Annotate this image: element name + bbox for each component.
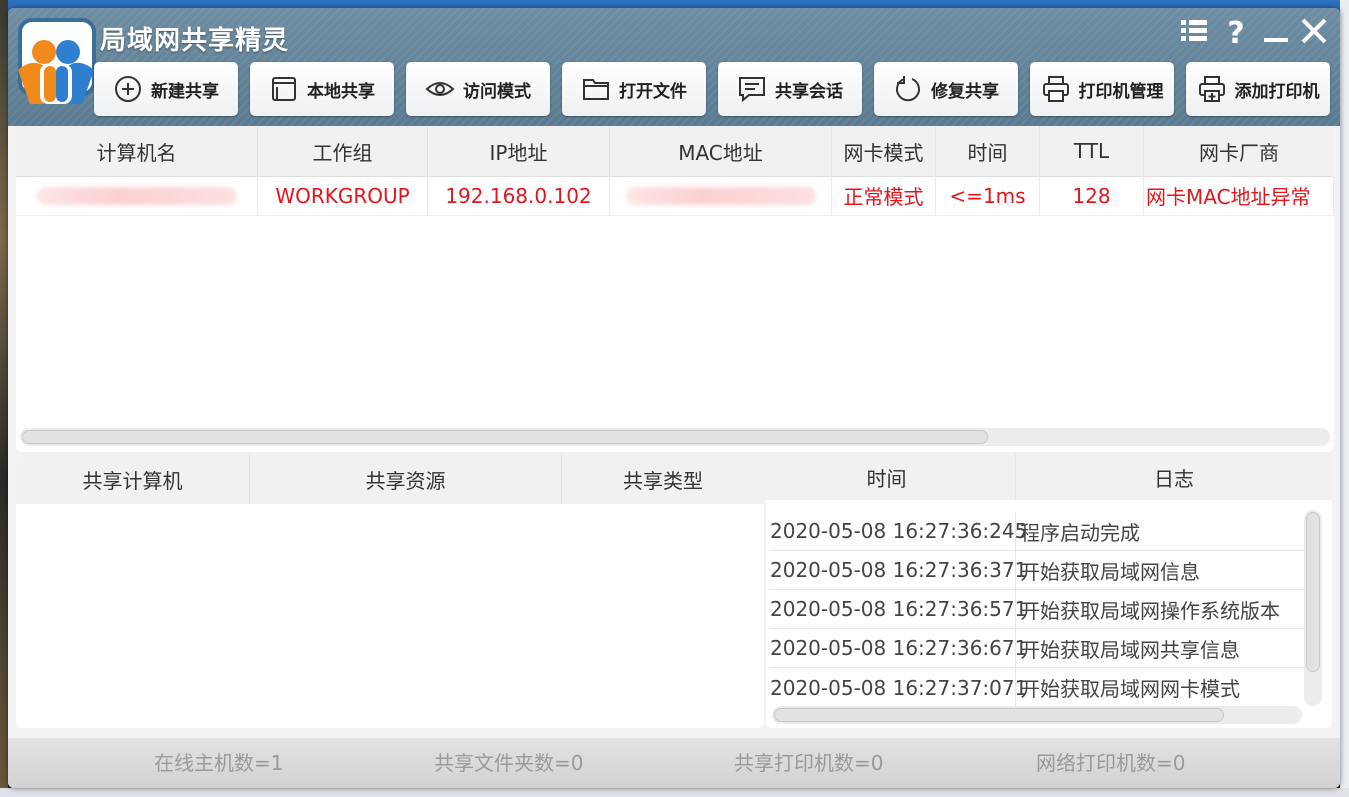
shared-folders-count: 共享文件夹数=0 xyxy=(434,751,584,775)
log-table-header: 时间 日志 xyxy=(758,454,1332,500)
computer-list: 计算机名 工作组 IP地址 MAC地址 网卡模式 时间 TTL 网卡厂商 WOR… xyxy=(16,126,1334,452)
local-share-label: 本地共享 xyxy=(307,81,375,102)
share-session-button[interactable]: 共享会话 xyxy=(718,62,862,116)
refresh-icon xyxy=(896,76,920,102)
col-ttl[interactable]: TTL xyxy=(1040,126,1144,176)
log-time: 2020-05-08 16:27:37:071 xyxy=(770,668,1027,707)
log-vscrollbar[interactable] xyxy=(1304,510,1322,706)
share-table-header: 共享计算机 共享资源 共享类型 xyxy=(16,454,764,504)
repair-share-label: 修复共享 xyxy=(931,81,999,102)
window-icon xyxy=(272,77,296,101)
col-log-time[interactable]: 时间 xyxy=(758,454,1016,500)
new-share-label: 新建共享 xyxy=(151,81,219,102)
log-time: 2020-05-08 16:27:36:571 xyxy=(770,590,1027,628)
cell-mac xyxy=(610,176,832,216)
add-printer-button[interactable]: 添加打印机 xyxy=(1186,62,1330,116)
computer-hscrollbar[interactable] xyxy=(20,428,1330,446)
eye-icon xyxy=(425,82,455,96)
cell-computer-name xyxy=(16,176,258,216)
access-mode-label: 访问模式 xyxy=(463,81,531,102)
log-message: 开始获取局域网共享信息 xyxy=(1020,637,1240,662)
cell-ttl: 128 xyxy=(1040,176,1144,216)
shared-printers-count: 共享打印机数=0 xyxy=(734,751,884,775)
desktop-edge-bottom xyxy=(0,788,1349,797)
scrollbar-thumb[interactable] xyxy=(1306,512,1320,672)
minimize-icon[interactable] xyxy=(1258,16,1294,52)
log-row[interactable]: 2020-05-08 16:27:36:245 程序启动完成 xyxy=(770,512,1306,551)
menu-icon[interactable] xyxy=(1176,16,1212,52)
log-panel: 时间 日志 2020-05-08 16:27:36:245 程序启动完成 202… xyxy=(758,454,1332,728)
add-printer-icon xyxy=(1198,76,1225,102)
col-time[interactable]: 时间 xyxy=(936,126,1040,176)
printer-icon xyxy=(1042,76,1069,102)
col-nic-vendor[interactable]: 网卡厂商 xyxy=(1144,126,1334,176)
add-printer-label: 添加打印机 xyxy=(1234,81,1320,102)
open-file-label: 打开文件 xyxy=(619,81,687,102)
log-row[interactable]: 2020-05-08 16:27:36:671 开始获取局域网共享信息 xyxy=(770,629,1306,668)
col-ip[interactable]: IP地址 xyxy=(428,126,610,176)
cell-nic-mode: 正常模式 xyxy=(832,176,936,216)
new-share-button[interactable]: 新建共享 xyxy=(94,62,238,116)
log-time: 2020-05-08 16:27:36:371 xyxy=(770,551,1027,589)
col-share-resource[interactable]: 共享资源 xyxy=(250,454,562,504)
log-time: 2020-05-08 16:27:36:245 xyxy=(770,512,1027,550)
redacted-mac xyxy=(625,186,816,205)
access-mode-button[interactable]: 访问模式 xyxy=(406,62,550,116)
app-logo-icon xyxy=(18,18,96,104)
share-list: 共享计算机 共享资源 共享类型 xyxy=(16,454,764,728)
folder-icon xyxy=(583,79,609,100)
log-message: 程序启动完成 xyxy=(1020,520,1140,545)
log-row[interactable]: 2020-05-08 16:27:37:071 开始获取局域网网卡模式 xyxy=(770,668,1306,707)
log-row[interactable]: 2020-05-08 16:27:36:371 开始获取局域网信息 xyxy=(770,551,1306,590)
printer-manage-button[interactable]: 打印机管理 xyxy=(1030,62,1174,116)
help-icon[interactable]: ? xyxy=(1218,16,1254,52)
desktop-edge xyxy=(0,0,8,797)
plus-circle-icon xyxy=(115,76,141,102)
online-hosts-count: 在线主机数=1 xyxy=(154,751,284,775)
status-bar: 在线主机数=1 共享文件夹数=0 共享打印机数=0 网络打印机数=0 xyxy=(8,738,1340,788)
log-message: 开始获取局域网信息 xyxy=(1020,559,1200,584)
scrollbar-thumb[interactable] xyxy=(22,430,988,444)
desktop-edge-right xyxy=(1340,0,1349,797)
app-window: 局域网共享精灵 ? 新建共享 本地共享 访问模式 打开文件 共享会话 修复共享 … xyxy=(8,8,1340,788)
scrollbar-thumb[interactable] xyxy=(774,708,1224,722)
network-printers-count: 网络打印机数=0 xyxy=(1036,751,1186,775)
app-title: 局域网共享精灵 xyxy=(100,26,290,56)
cell-workgroup: WORKGROUP xyxy=(258,176,428,216)
open-file-button[interactable]: 打开文件 xyxy=(562,62,706,116)
table-row[interactable]: WORKGROUP 192.168.0.102 正常模式 <=1ms 128 网… xyxy=(16,176,1334,216)
cell-ip: 192.168.0.102 xyxy=(428,176,610,216)
col-workgroup[interactable]: 工作组 xyxy=(258,126,428,176)
cell-time: <=1ms xyxy=(936,176,1040,216)
computer-table-header: 计算机名 工作组 IP地址 MAC地址 网卡模式 时间 TTL 网卡厂商 xyxy=(16,126,1334,177)
title-bar[interactable]: 局域网共享精灵 ? 新建共享 本地共享 访问模式 打开文件 共享会话 修复共享 … xyxy=(8,8,1340,126)
close-icon[interactable] xyxy=(1296,16,1332,52)
log-message: 开始获取局域网操作系统版本 xyxy=(1020,598,1280,623)
log-row[interactable]: 2020-05-08 16:27:36:571 开始获取局域网操作系统版本 xyxy=(770,590,1306,629)
printer-manage-label: 打印机管理 xyxy=(1078,81,1164,102)
chat-icon xyxy=(739,77,765,103)
share-session-label: 共享会话 xyxy=(775,81,843,102)
log-hscrollbar[interactable] xyxy=(772,706,1302,724)
local-share-button[interactable]: 本地共享 xyxy=(250,62,394,116)
col-mac[interactable]: MAC地址 xyxy=(610,126,832,176)
redacted-name xyxy=(36,186,237,205)
col-computer-name[interactable]: 计算机名 xyxy=(16,126,258,176)
log-time: 2020-05-08 16:27:36:671 xyxy=(770,629,1027,667)
col-share-type[interactable]: 共享类型 xyxy=(562,454,764,504)
col-log-message[interactable]: 日志 xyxy=(1016,454,1332,500)
repair-share-button[interactable]: 修复共享 xyxy=(874,62,1018,116)
log-message: 开始获取局域网网卡模式 xyxy=(1020,677,1240,701)
col-nic-mode[interactable]: 网卡模式 xyxy=(832,126,936,176)
col-share-computer[interactable]: 共享计算机 xyxy=(16,454,250,504)
cell-nic-vendor: 网卡MAC地址异常 xyxy=(1144,176,1334,216)
